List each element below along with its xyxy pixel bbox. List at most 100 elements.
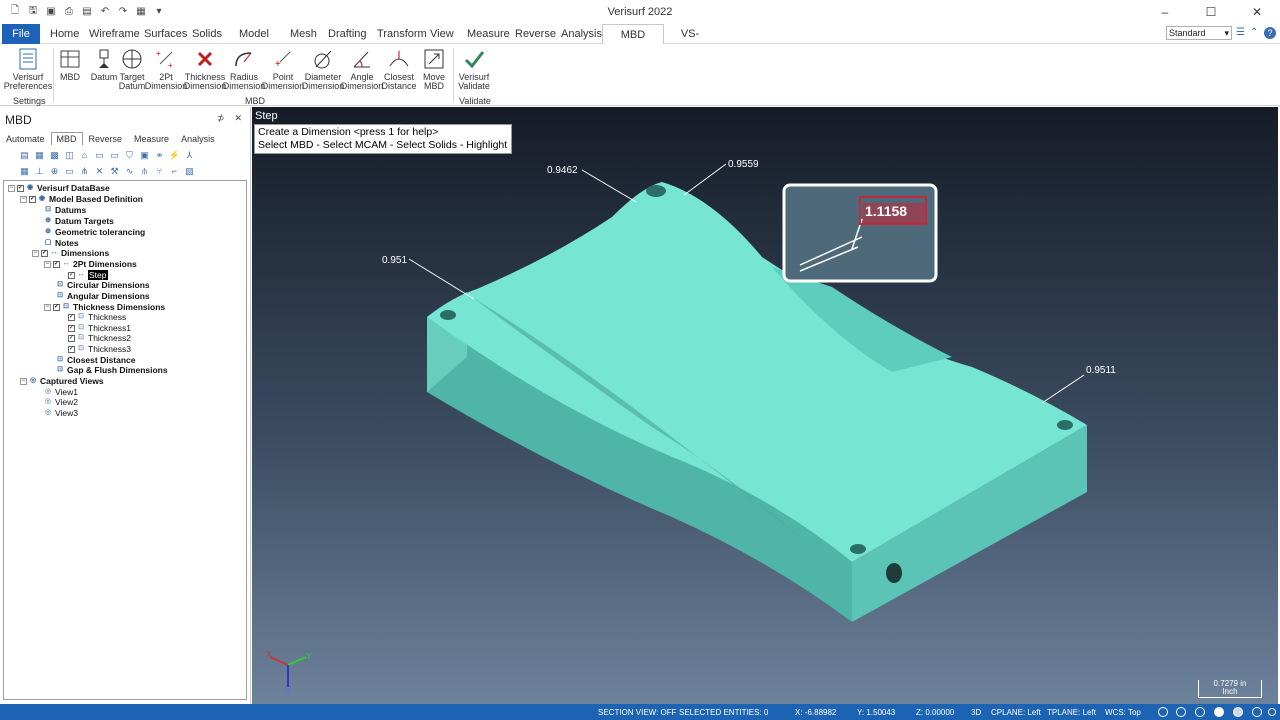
- tree-node-gap-flush[interactable]: ⊡ Gap & Flush Dimensions: [56, 365, 168, 375]
- checkbox-checked[interactable]: ✓: [29, 195, 36, 203]
- link-icon[interactable]: ⚭: [153, 149, 166, 162]
- folder-open-icon[interactable]: ▭: [108, 149, 121, 162]
- close-panel-icon[interactable]: ✕: [234, 113, 242, 123]
- tab-drafting[interactable]: Drafting: [328, 24, 367, 44]
- tree-node-thickness-dimensions[interactable]: − ✓ ⊡ Thickness Dimensions: [44, 302, 165, 312]
- tree-node-thickness[interactable]: ✓ ⊡ Thickness: [68, 312, 126, 322]
- checkbox-checked[interactable]: ✓: [53, 260, 60, 268]
- tab-home[interactable]: Home: [50, 24, 79, 44]
- tree-node-view3[interactable]: ◎ View3: [44, 408, 78, 418]
- help-icon[interactable]: ?: [1264, 27, 1276, 39]
- axis-icon[interactable]: ⅄: [183, 149, 196, 162]
- graphics-viewport[interactable]: Step Create a Dimension <press 1 for hel…: [252, 107, 1278, 704]
- tree-node-dimensions[interactable]: − ✓ ↔ Dimensions: [32, 248, 109, 258]
- tree-node-database[interactable]: − ✓ ◉ Verisurf DataBase: [8, 183, 110, 193]
- 2pt-dimension-button[interactable]: + + 2Pt Dimension: [145, 46, 188, 91]
- branch-icon[interactable]: ⑂: [153, 165, 166, 178]
- dimension-label[interactable]: 0.9462: [547, 165, 578, 176]
- tab-surfaces[interactable]: Surfaces: [144, 24, 187, 44]
- tool-icon[interactable]: ⚒: [108, 165, 121, 178]
- tab-wireframe[interactable]: Wireframe: [89, 24, 140, 44]
- tree-node-notes[interactable]: ▢ Notes: [44, 238, 79, 248]
- pin-point-icon[interactable]: ⊥: [33, 165, 46, 178]
- collapse-icon[interactable]: −: [44, 260, 51, 268]
- point-dimension-button[interactable]: + Point Dimension: [262, 46, 304, 91]
- maximize-icon[interactable]: ☐: [1188, 0, 1234, 24]
- closest-distance-button[interactable]: Closest Distance: [381, 46, 417, 91]
- tab-measure[interactable]: Measure: [467, 24, 510, 44]
- tree-node-datum-targets[interactable]: ⊕ Datum Targets: [44, 216, 114, 226]
- chart-icon[interactable]: ▧: [183, 165, 196, 178]
- collapse-icon[interactable]: −: [8, 184, 15, 192]
- radius-dimension-button[interactable]: Radius Dimension: [223, 46, 265, 91]
- collapse-icon[interactable]: −: [44, 303, 51, 311]
- tab-vs-tools[interactable]: VS-Tools: [673, 24, 707, 60]
- globe-icon[interactable]: [1176, 707, 1186, 717]
- tree-node-datums[interactable]: ⊡ Datums: [44, 205, 86, 215]
- panel-tab-analysis[interactable]: Analysis: [175, 132, 221, 145]
- settings-icon[interactable]: ▦: [18, 165, 31, 178]
- tab-mesh[interactable]: Mesh: [290, 24, 317, 44]
- globe-icon[interactable]: [1195, 707, 1205, 717]
- tree-node-model-based-definition[interactable]: − ✓ ◉ Model Based Definition: [20, 194, 143, 204]
- wireframe-icon[interactable]: [1252, 707, 1262, 717]
- thickness-dimension-button[interactable]: Thickness Dimension: [184, 46, 226, 91]
- tab-solids[interactable]: Solids: [192, 24, 222, 44]
- minimize-icon[interactable]: –: [1142, 0, 1188, 24]
- lightning-icon[interactable]: ⚡: [168, 149, 181, 162]
- tree-node-angular-dimensions[interactable]: ⊡ Angular Dimensions: [56, 291, 150, 301]
- selected-entities-status[interactable]: SELECTED ENTITIES: 0: [679, 708, 768, 717]
- collapse-icon[interactable]: −: [32, 249, 39, 257]
- tree-node-2pt-dimensions[interactable]: − ✓ ↔ 2Pt Dimensions: [44, 259, 137, 269]
- move-mbd-button[interactable]: Move MBD: [420, 46, 448, 91]
- cube-icon[interactable]: ◫: [63, 149, 76, 162]
- panel-tab-reverse[interactable]: Reverse: [83, 132, 129, 145]
- frame-icon[interactable]: ▭: [63, 165, 76, 178]
- tab-analysis[interactable]: Analysis: [561, 24, 602, 44]
- cplane-status[interactable]: CPLANE: Left: [991, 708, 1041, 717]
- ribbon-options-icon[interactable]: ☰: [1236, 27, 1248, 39]
- tree-node-geometric-tolerancing[interactable]: ⊕ Geometric tolerancing: [44, 227, 145, 237]
- collapse-ribbon-icon[interactable]: ⌃: [1250, 27, 1262, 39]
- target-icon[interactable]: ⊕: [48, 165, 61, 178]
- snap-icon[interactable]: ⋔: [78, 165, 91, 178]
- table-icon[interactable]: ▦: [33, 149, 46, 162]
- tree-node-thickness2[interactable]: ✓ ⊡ Thickness2: [68, 333, 131, 343]
- list-icon[interactable]: ▤: [18, 149, 31, 162]
- folder-icon[interactable]: ▭: [93, 149, 106, 162]
- verisurf-validate-button[interactable]: Verisurf Validate: [456, 46, 492, 91]
- dimension-label[interactable]: 0.9559: [728, 159, 759, 170]
- verisurf-preferences-button[interactable]: Verisurf Preferences: [4, 46, 52, 91]
- checkbox-checked[interactable]: ✓: [68, 271, 75, 279]
- tree-node-step[interactable]: ✓ ↔ Step: [68, 270, 108, 280]
- corner-icon[interactable]: ⌐: [168, 165, 181, 178]
- tree-node-view1[interactable]: ◎ View1: [44, 387, 78, 397]
- callout-dimension-value[interactable]: 1.1158: [865, 203, 907, 219]
- tab-model-prep[interactable]: Model Prep: [232, 24, 276, 60]
- sphere-icon[interactable]: [1233, 707, 1243, 717]
- checkbox-checked[interactable]: ✓: [68, 324, 75, 332]
- checkbox-checked[interactable]: ✓: [17, 184, 24, 192]
- tree-node-thickness1[interactable]: ✓ ⊡ Thickness1: [68, 323, 131, 333]
- tplane-status[interactable]: TPLANE: Left: [1047, 708, 1096, 717]
- tree-node-captured-views[interactable]: − ◎ Captured Views: [20, 376, 104, 386]
- align-icon[interactable]: ⫛: [138, 165, 151, 178]
- pin-icon[interactable]: ⊅: [217, 113, 225, 123]
- checkbox-checked[interactable]: ✓: [68, 313, 75, 321]
- tab-mbd-validate[interactable]: MBD Validate: [602, 24, 664, 61]
- target-datum-button[interactable]: Target Datum: [118, 46, 146, 91]
- group-icon[interactable]: ⌂: [78, 149, 91, 162]
- tab-file[interactable]: File: [2, 24, 40, 44]
- style-select[interactable]: Standard ▾: [1166, 26, 1232, 40]
- checkbox-checked[interactable]: ✓: [68, 345, 75, 353]
- filter-icon[interactable]: ⛉: [123, 149, 136, 162]
- settings-icon[interactable]: [1268, 708, 1276, 716]
- report-icon[interactable]: ▣: [138, 149, 151, 162]
- tab-view[interactable]: View: [430, 24, 454, 44]
- panel-tab-automate[interactable]: Automate: [0, 132, 51, 145]
- collapse-icon[interactable]: −: [20, 377, 27, 385]
- view-mode-status[interactable]: 3D: [971, 708, 981, 717]
- datum-button[interactable]: Datum: [90, 46, 118, 82]
- globe-icon[interactable]: [1158, 707, 1168, 717]
- panel-tab-mbd[interactable]: MBD: [50, 132, 83, 145]
